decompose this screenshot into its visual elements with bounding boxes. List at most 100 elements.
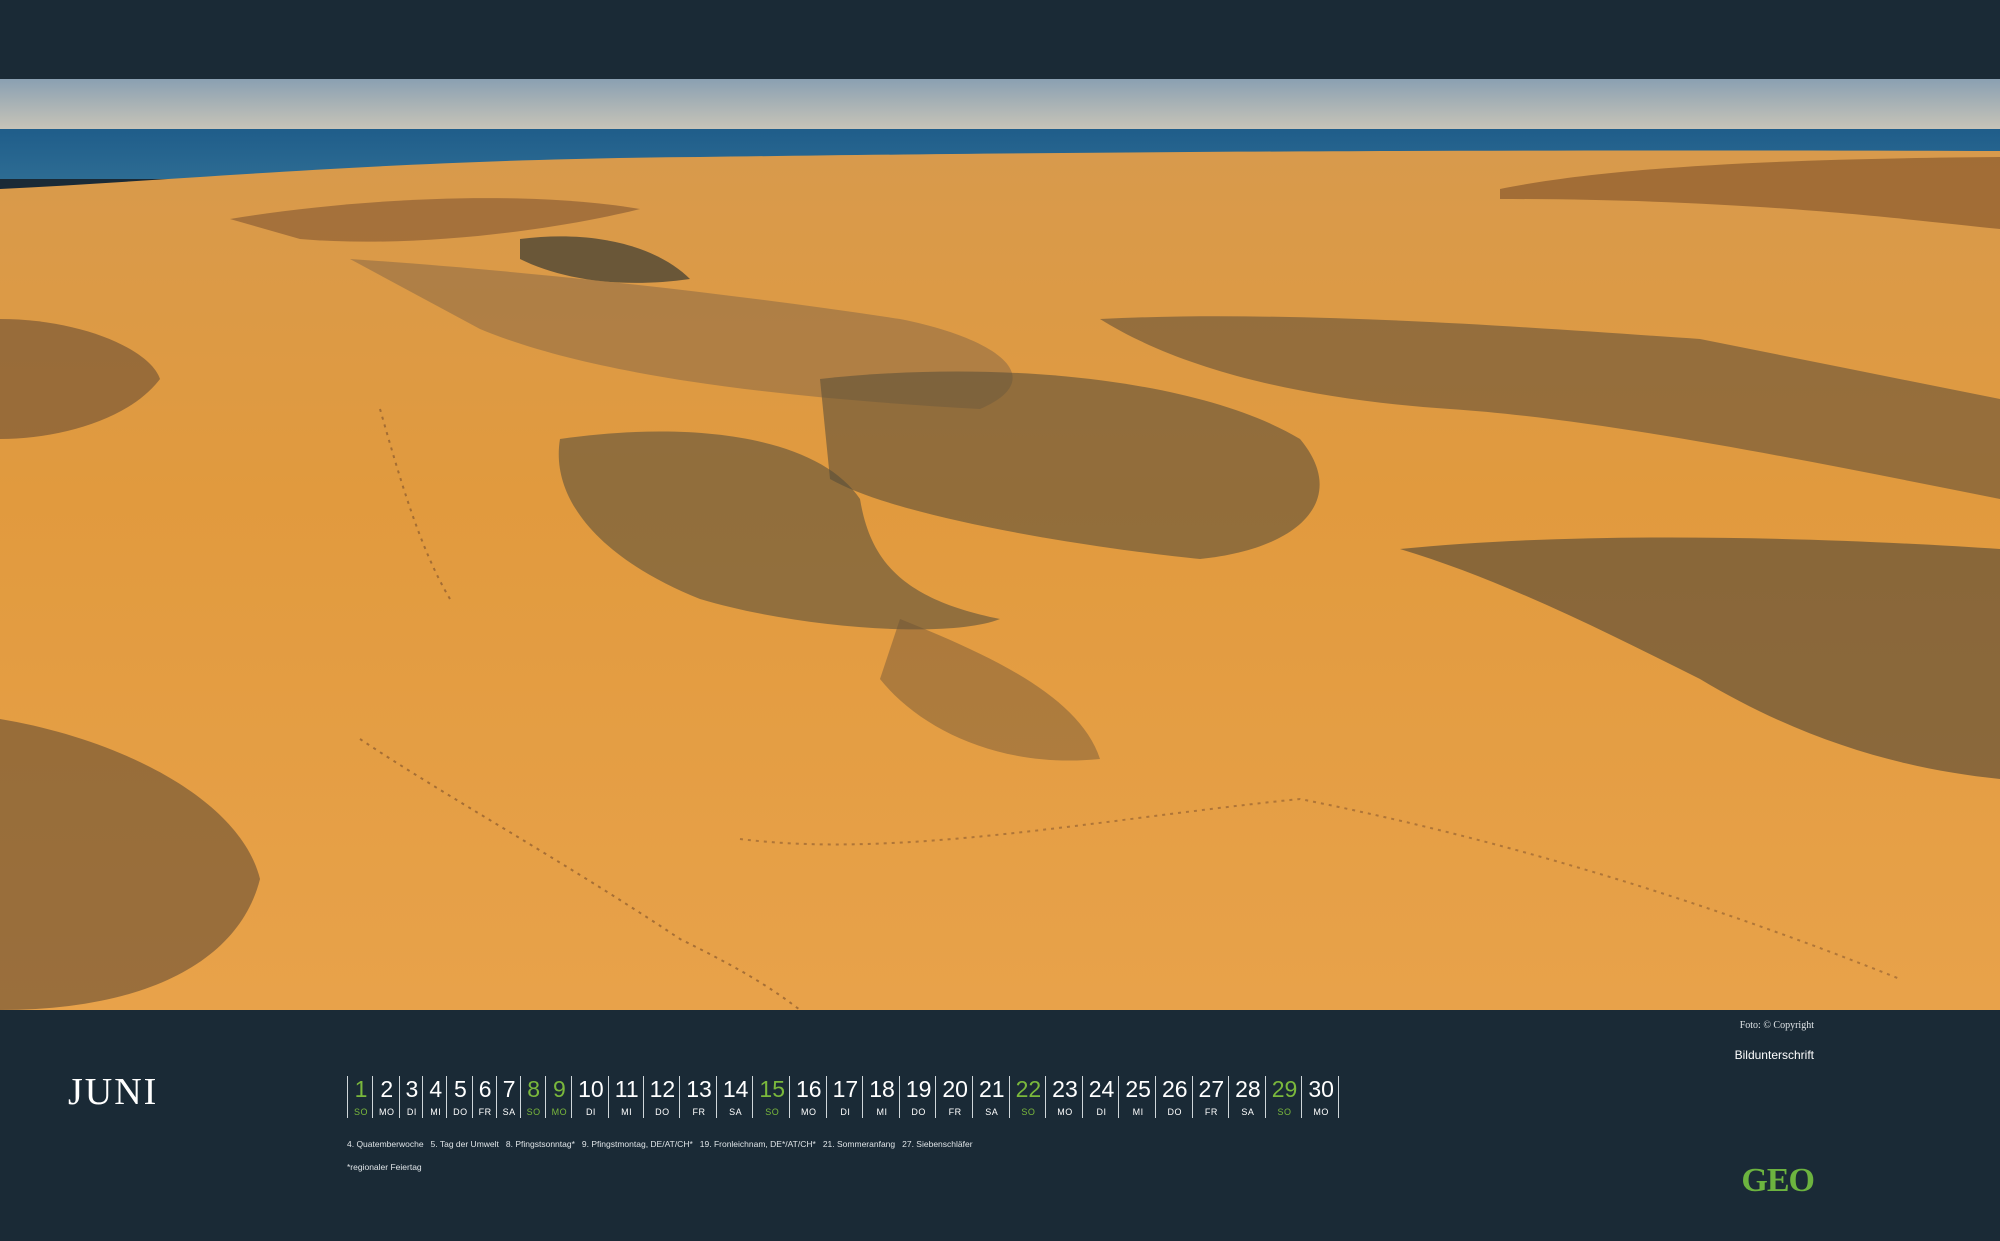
holiday-item: 27. Siebenschläfer xyxy=(902,1139,973,1149)
day-number: 25 xyxy=(1125,1076,1151,1102)
day-cell: 3 DI xyxy=(398,1076,423,1118)
photo-caption: Bildunterschrift xyxy=(1734,1048,1814,1062)
holiday-notes: 4. Quatemberwoche 5. Tag der Umwelt 8. Pfi… xyxy=(347,1139,980,1149)
day-number: 16 xyxy=(796,1076,822,1102)
day-cell: 16 MO xyxy=(789,1076,826,1118)
day-number: 19 xyxy=(905,1076,932,1102)
day-cell: 29 SO xyxy=(1264,1076,1302,1118)
day-number: 3 xyxy=(405,1076,419,1102)
weekday-label: DO xyxy=(453,1107,468,1117)
day-number: 24 xyxy=(1088,1076,1115,1102)
weekday-label: MO xyxy=(551,1107,568,1117)
day-cell: 13 FR xyxy=(679,1076,716,1118)
weekday-label: SO xyxy=(1021,1107,1036,1117)
holiday-item: 8. Pfingstsonntag* xyxy=(505,1139,575,1149)
day-cell: 14 SA xyxy=(715,1076,753,1118)
day-cell: 19 DO xyxy=(898,1076,936,1118)
day-cell: 8 SO xyxy=(519,1076,545,1118)
day-cell: 26 DO xyxy=(1154,1076,1192,1118)
desert-dunes-photo xyxy=(0,79,2000,1010)
day-number: 17 xyxy=(832,1076,859,1102)
day-cell: 28 SA xyxy=(1228,1076,1265,1118)
day-cell: 12 DO xyxy=(642,1076,680,1118)
weekday-label: SA xyxy=(502,1107,516,1117)
weekday-label: FR xyxy=(692,1107,706,1117)
weekday-label: DO xyxy=(1167,1107,1182,1117)
day-cell: 24 DI xyxy=(1081,1076,1119,1118)
day-cell: 11 MI xyxy=(607,1076,643,1118)
day-cell: 17 DI xyxy=(825,1076,863,1118)
day-number: 15 xyxy=(759,1076,785,1102)
day-number: 7 xyxy=(502,1076,516,1102)
day-number: 20 xyxy=(942,1076,968,1102)
weekday-label: MI xyxy=(621,1107,633,1117)
holiday-item: 5. Tag der Umwelt xyxy=(430,1139,499,1149)
month-title: JUNI xyxy=(68,1071,159,1113)
holiday-item: 21. Sommeranfang xyxy=(822,1139,896,1149)
day-cell: 2 MO xyxy=(372,1076,399,1118)
day-number: 1 xyxy=(354,1076,368,1102)
day-cell: 1 SO xyxy=(347,1076,372,1118)
weekday-label: DI xyxy=(585,1107,596,1117)
holiday-item: 4. Quatemberwoche xyxy=(347,1139,424,1149)
day-cell: 21 SA xyxy=(971,1076,1009,1118)
holiday-item: 9. Pfingstmontag, DE/AT/CH* xyxy=(581,1139,693,1149)
weekday-label: FR xyxy=(948,1107,962,1117)
weekday-label: DI xyxy=(1096,1107,1107,1117)
day-cell: 18 MI xyxy=(862,1076,899,1118)
weekday-label: MI xyxy=(1132,1107,1144,1117)
weekday-label: MO xyxy=(1313,1107,1329,1117)
weekday-label: DO xyxy=(911,1107,926,1117)
day-cell: 20 FR xyxy=(935,1076,972,1118)
weekday-label: FR xyxy=(478,1107,492,1117)
weekday-label: SO xyxy=(354,1107,369,1117)
day-number: 29 xyxy=(1271,1076,1298,1102)
day-number: 21 xyxy=(978,1076,1005,1102)
day-number: 4 xyxy=(429,1076,443,1102)
day-cell: 15 SO xyxy=(752,1076,789,1118)
weekday-label: DI xyxy=(840,1107,851,1117)
day-number: 13 xyxy=(686,1076,712,1102)
weekday-label: SA xyxy=(729,1107,743,1117)
weekday-label: SA xyxy=(985,1107,999,1117)
day-number: 27 xyxy=(1198,1076,1225,1102)
day-number: 11 xyxy=(614,1076,639,1102)
weekday-label: SO xyxy=(1277,1107,1292,1117)
day-number: 23 xyxy=(1052,1076,1078,1102)
day-number: 9 xyxy=(552,1076,566,1102)
day-number: 5 xyxy=(453,1076,467,1102)
day-number: 6 xyxy=(478,1076,492,1102)
day-cell: 23 MO xyxy=(1045,1076,1082,1118)
day-cell: 9 MO xyxy=(544,1076,572,1118)
geo-logo: GEO xyxy=(1741,1162,1815,1199)
weekday-label: MO xyxy=(801,1107,817,1117)
weekday-label: MO xyxy=(1057,1107,1073,1117)
day-number: 22 xyxy=(1015,1076,1042,1102)
day-cell: 10 DI xyxy=(571,1076,608,1118)
weekday-label: SO xyxy=(526,1107,541,1117)
day-number: 28 xyxy=(1235,1076,1261,1102)
day-cell: 22 SO xyxy=(1008,1076,1046,1118)
day-cell: 30 MO xyxy=(1301,1076,1339,1118)
photo-credit: Foto: © Copyright xyxy=(1739,1020,1814,1031)
day-cell: 25 MI xyxy=(1118,1076,1155,1118)
weekday-label: SA xyxy=(1241,1107,1255,1117)
day-number: 10 xyxy=(578,1076,604,1102)
day-number: 8 xyxy=(527,1076,541,1102)
day-number: 26 xyxy=(1161,1076,1188,1102)
weekday-label: SO xyxy=(765,1107,780,1117)
weekday-label: MO xyxy=(379,1107,395,1117)
day-strip: 1 SO 2 MO 3 DI 4 MI 5 DO 6 FR 7 SA 8 SO 9 MO 10 DI 11 MI 12 DO 1… xyxy=(347,1076,1339,1118)
holiday-footnote: *regionaler Feiertag xyxy=(347,1162,422,1172)
day-cell: 6 FR xyxy=(471,1076,496,1118)
day-number: 30 xyxy=(1308,1076,1334,1102)
day-cell: 27 FR xyxy=(1191,1076,1229,1118)
weekday-label: FR xyxy=(1204,1107,1218,1117)
day-cell: 7 SA xyxy=(495,1076,520,1118)
weekday-label: MI xyxy=(876,1107,888,1117)
weekday-label: DO xyxy=(655,1107,670,1117)
weekday-label: MI xyxy=(430,1107,442,1117)
day-number: 2 xyxy=(380,1076,394,1102)
holiday-item: 19. Fronleichnam, DE*/AT/CH* xyxy=(699,1139,816,1149)
day-number: 14 xyxy=(722,1076,749,1102)
